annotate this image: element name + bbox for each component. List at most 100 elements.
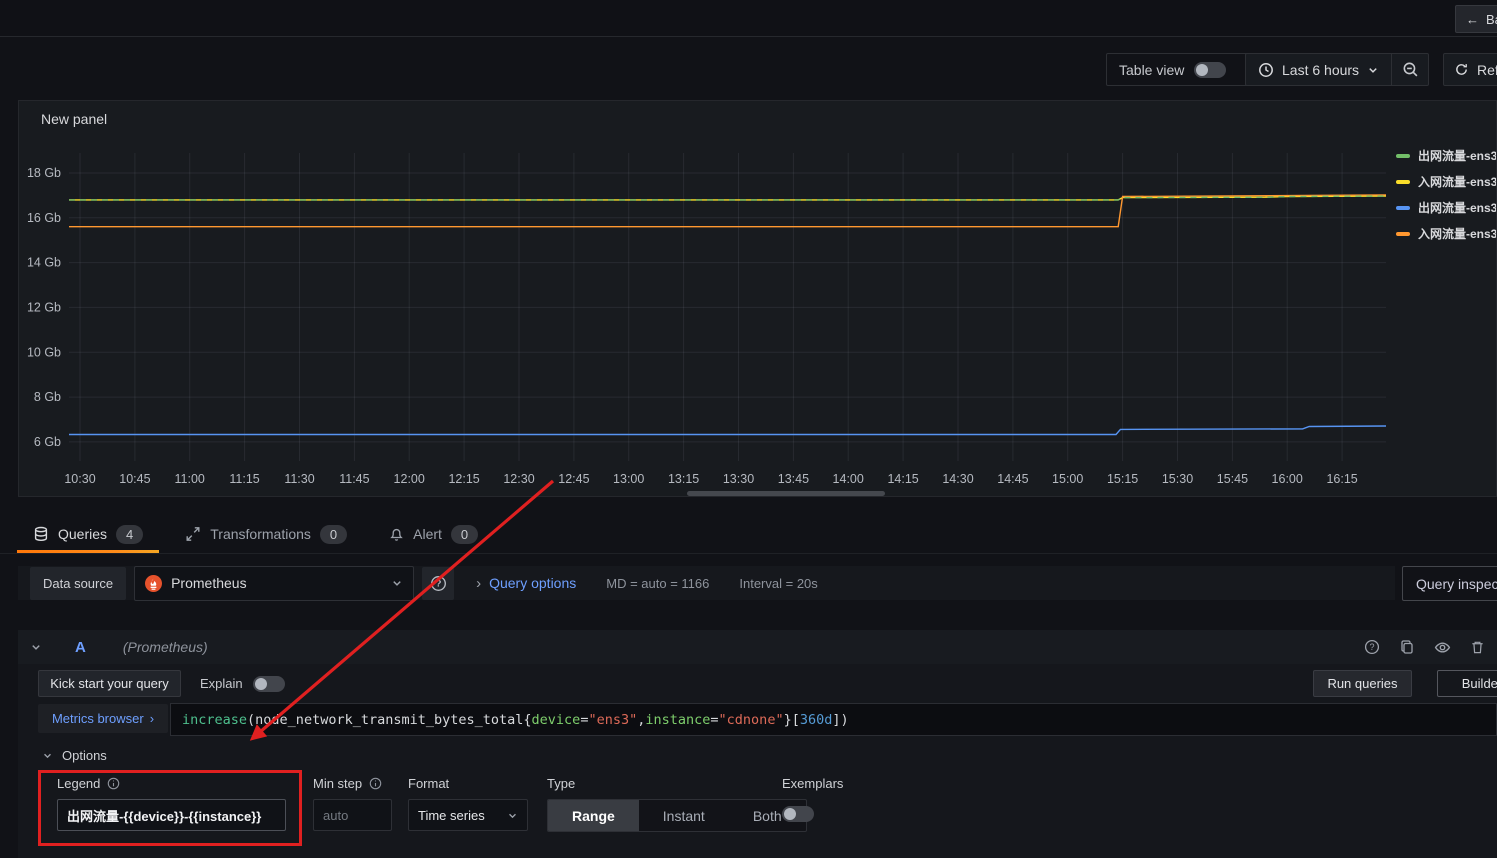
min-step-label: Min step (313, 776, 362, 791)
transform-icon (185, 526, 201, 542)
svg-text:12 Gb: 12 Gb (27, 300, 61, 314)
trash-icon[interactable] (1470, 639, 1485, 655)
legend-item[interactable]: 入网流量-ens3 (1396, 225, 1496, 242)
time-picker-group: Last 6 hours (1245, 53, 1429, 86)
svg-text:12:45: 12:45 (558, 472, 589, 486)
interval-text: Interval = 20s (739, 576, 817, 591)
svg-text:12:30: 12:30 (503, 472, 534, 486)
svg-text:14:45: 14:45 (997, 472, 1028, 486)
tab-transformations[interactable]: Transformations 0 (185, 515, 347, 553)
query-editor-body: Kick start your query Explain Run querie… (18, 664, 1497, 858)
metrics-browser-button[interactable]: Metrics browser › (38, 704, 168, 733)
svg-text:8 Gb: 8 Gb (34, 390, 61, 404)
legend-label: 出网流量-ens3 (1418, 199, 1496, 216)
database-icon (33, 526, 49, 542)
legend-label: 出网流量-ens3 (1418, 147, 1496, 164)
format-value: Time series (418, 808, 499, 823)
zoom-out-button[interactable] (1392, 54, 1428, 85)
promql-expression-input[interactable]: increase(node_network_transmit_bytes_tot… (170, 703, 1497, 736)
datasource-help-button[interactable]: ? (422, 567, 454, 600)
svg-text:15:45: 15:45 (1217, 472, 1248, 486)
refresh-button[interactable]: Refresh (1443, 53, 1497, 86)
help-icon[interactable]: ? (1364, 639, 1380, 655)
run-queries-button[interactable]: Run queries (1313, 670, 1412, 697)
chevron-down-icon (507, 810, 518, 821)
type-option-range[interactable]: Range (548, 800, 639, 831)
legend-field-label: Legend (57, 776, 100, 791)
horizontal-scrollbar[interactable] (687, 491, 885, 496)
chart-legend: 出网流量-ens3 入网流量-ens3 出网流量-ens3 入网流量-ens3 (1396, 147, 1496, 242)
kick-start-query-button[interactable]: Kick start your query (38, 670, 181, 697)
tab-count-badge: 4 (116, 525, 143, 544)
legend-item[interactable]: 入网流量-ens3 (1396, 173, 1496, 190)
time-range-picker[interactable]: Last 6 hours (1246, 54, 1391, 85)
refresh-icon (1454, 62, 1469, 77)
format-select[interactable]: Time series (408, 799, 528, 831)
exemplars-toggle[interactable] (782, 806, 814, 822)
datasource-row: Data source Prometheus ? › Query options… (18, 566, 1395, 600)
time-range-label: Last 6 hours (1282, 62, 1359, 78)
query-type-segmented-control: Range Instant Both (547, 799, 807, 832)
query-options-link[interactable]: Query options (489, 575, 576, 591)
exemplars-field-group: Exemplars (782, 776, 843, 825)
tab-queries[interactable]: Queries 4 (33, 515, 143, 553)
magnifier-minus-icon (1402, 61, 1419, 78)
arrow-left-icon: ← (1466, 12, 1479, 27)
prometheus-icon (145, 575, 162, 592)
info-icon (369, 777, 382, 790)
legend-item[interactable]: 出网流量-ens3 (1396, 147, 1496, 164)
chevron-right-icon: › (150, 711, 154, 726)
legend-item[interactable]: 出网流量-ens3 (1396, 199, 1496, 216)
svg-text:10:45: 10:45 (119, 472, 150, 486)
chevron-right-icon[interactable]: › (476, 575, 481, 592)
svg-text:14:00: 14:00 (833, 472, 864, 486)
explain-toggle-group: Explain (200, 670, 285, 697)
bell-icon (389, 527, 404, 542)
datasource-value: Prometheus (171, 575, 382, 591)
svg-text:13:15: 13:15 (668, 472, 699, 486)
duplicate-icon[interactable] (1399, 639, 1415, 655)
options-header-label: Options (62, 748, 107, 763)
svg-text:11:15: 11:15 (229, 472, 259, 486)
back-button[interactable]: ← Back (1455, 5, 1497, 33)
table-view-label: Table view (1119, 62, 1184, 78)
tab-label: Transformations (210, 526, 311, 542)
svg-text:15:30: 15:30 (1162, 472, 1193, 486)
table-view-toggle-group: Table view (1106, 53, 1257, 86)
min-step-field-group: Min step (313, 776, 392, 831)
svg-text:10:30: 10:30 (64, 472, 95, 486)
chevron-down-icon (391, 577, 403, 589)
svg-text:?: ? (435, 578, 441, 589)
series-line (69, 426, 1386, 435)
collapse-chevron-icon[interactable] (30, 641, 42, 653)
time-series-chart[interactable]: 6 Gb8 Gb10 Gb12 Gb14 Gb16 Gb18 Gb10:3010… (19, 101, 1496, 496)
legend-format-input[interactable] (57, 799, 286, 831)
svg-text:12:15: 12:15 (448, 472, 479, 486)
y-axis-labels: 6 Gb8 Gb10 Gb12 Gb14 Gb16 Gb18 Gb (27, 166, 61, 449)
table-view-toggle[interactable] (1194, 62, 1226, 78)
builder-mode-button[interactable]: Builder (1437, 670, 1497, 697)
datasource-picker[interactable]: Prometheus (134, 566, 414, 601)
query-row-header[interactable]: A (Prometheus) ? (18, 630, 1497, 664)
format-field-group: Format Time series (408, 776, 528, 831)
type-option-instant[interactable]: Instant (639, 800, 729, 831)
svg-text:16 Gb: 16 Gb (27, 211, 61, 225)
query-inspector-button[interactable]: Query inspector (1402, 566, 1497, 601)
min-step-input[interactable] (313, 799, 392, 831)
explain-toggle[interactable] (253, 676, 285, 692)
svg-text:18 Gb: 18 Gb (27, 166, 61, 180)
chart-panel: New panel 6 Gb8 Gb10 Gb12 Gb14 Gb16 Gb18… (18, 100, 1497, 497)
svg-text:16:15: 16:15 (1326, 472, 1357, 486)
editor-tabs: Queries 4 Transformations 0 Alert 0 (0, 515, 1497, 554)
tab-alert[interactable]: Alert 0 (389, 515, 478, 553)
chevron-down-icon (1367, 64, 1379, 76)
options-section-header[interactable]: Options (42, 748, 107, 763)
svg-text:12:00: 12:00 (394, 472, 425, 486)
legend-swatch (1396, 232, 1410, 236)
promql-expression: increase(node_network_transmit_bytes_tot… (182, 712, 849, 728)
type-field-group: Type Range Instant Both (547, 776, 807, 832)
chevron-down-icon (42, 750, 53, 761)
eye-icon[interactable] (1434, 639, 1451, 656)
chart-grid (69, 153, 1386, 461)
legend-swatch (1396, 206, 1410, 210)
